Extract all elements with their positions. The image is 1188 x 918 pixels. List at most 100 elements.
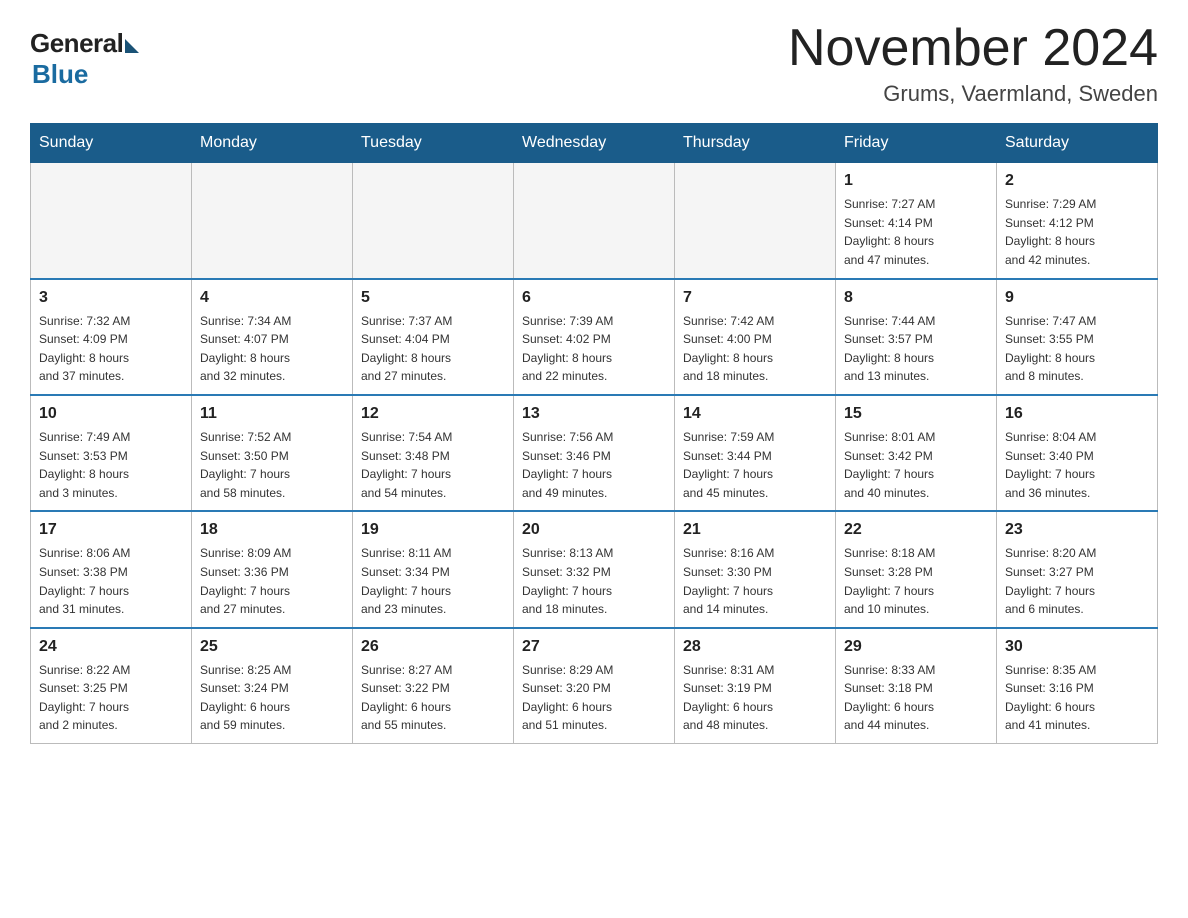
calendar-week-row: 24Sunrise: 8:22 AM Sunset: 3:25 PM Dayli…: [31, 628, 1158, 744]
calendar-cell: 19Sunrise: 8:11 AM Sunset: 3:34 PM Dayli…: [353, 511, 514, 627]
calendar-cell: 26Sunrise: 8:27 AM Sunset: 3:22 PM Dayli…: [353, 628, 514, 744]
day-info: Sunrise: 7:29 AM Sunset: 4:12 PM Dayligh…: [1005, 195, 1149, 269]
day-number: 5: [361, 286, 505, 310]
day-info: Sunrise: 8:29 AM Sunset: 3:20 PM Dayligh…: [522, 661, 666, 735]
calendar-cell: 14Sunrise: 7:59 AM Sunset: 3:44 PM Dayli…: [675, 395, 836, 511]
logo-general-text: General: [30, 28, 123, 59]
page-header: General Blue November 2024 Grums, Vaerml…: [30, 20, 1158, 107]
location-subtitle: Grums, Vaermland, Sweden: [788, 81, 1158, 107]
calendar-cell: 16Sunrise: 8:04 AM Sunset: 3:40 PM Dayli…: [997, 395, 1158, 511]
calendar-cell: 28Sunrise: 8:31 AM Sunset: 3:19 PM Dayli…: [675, 628, 836, 744]
weekday-header-saturday: Saturday: [997, 124, 1158, 163]
day-info: Sunrise: 8:11 AM Sunset: 3:34 PM Dayligh…: [361, 544, 505, 618]
weekday-header-tuesday: Tuesday: [353, 124, 514, 163]
calendar-cell: [514, 163, 675, 279]
day-info: Sunrise: 8:04 AM Sunset: 3:40 PM Dayligh…: [1005, 428, 1149, 502]
calendar-cell: 17Sunrise: 8:06 AM Sunset: 3:38 PM Dayli…: [31, 511, 192, 627]
day-info: Sunrise: 7:56 AM Sunset: 3:46 PM Dayligh…: [522, 428, 666, 502]
day-number: 24: [39, 635, 183, 659]
weekday-header-friday: Friday: [836, 124, 997, 163]
weekday-header-thursday: Thursday: [675, 124, 836, 163]
calendar-cell: [192, 163, 353, 279]
day-info: Sunrise: 8:27 AM Sunset: 3:22 PM Dayligh…: [361, 661, 505, 735]
calendar-cell: 1Sunrise: 7:27 AM Sunset: 4:14 PM Daylig…: [836, 163, 997, 279]
calendar-cell: 20Sunrise: 8:13 AM Sunset: 3:32 PM Dayli…: [514, 511, 675, 627]
calendar-cell: 9Sunrise: 7:47 AM Sunset: 3:55 PM Daylig…: [997, 279, 1158, 395]
calendar-cell: [353, 163, 514, 279]
day-info: Sunrise: 8:09 AM Sunset: 3:36 PM Dayligh…: [200, 544, 344, 618]
calendar-cell: 21Sunrise: 8:16 AM Sunset: 3:30 PM Dayli…: [675, 511, 836, 627]
day-number: 7: [683, 286, 827, 310]
day-number: 26: [361, 635, 505, 659]
day-number: 22: [844, 518, 988, 542]
title-section: November 2024 Grums, Vaermland, Sweden: [788, 20, 1158, 107]
day-number: 23: [1005, 518, 1149, 542]
day-info: Sunrise: 8:06 AM Sunset: 3:38 PM Dayligh…: [39, 544, 183, 618]
day-info: Sunrise: 8:31 AM Sunset: 3:19 PM Dayligh…: [683, 661, 827, 735]
weekday-header-wednesday: Wednesday: [514, 124, 675, 163]
calendar-cell: 25Sunrise: 8:25 AM Sunset: 3:24 PM Dayli…: [192, 628, 353, 744]
day-info: Sunrise: 7:42 AM Sunset: 4:00 PM Dayligh…: [683, 312, 827, 386]
day-info: Sunrise: 7:52 AM Sunset: 3:50 PM Dayligh…: [200, 428, 344, 502]
calendar-cell: 30Sunrise: 8:35 AM Sunset: 3:16 PM Dayli…: [997, 628, 1158, 744]
day-info: Sunrise: 7:34 AM Sunset: 4:07 PM Dayligh…: [200, 312, 344, 386]
logo: General Blue: [30, 20, 139, 90]
day-info: Sunrise: 8:20 AM Sunset: 3:27 PM Dayligh…: [1005, 544, 1149, 618]
day-number: 12: [361, 402, 505, 426]
weekday-header-monday: Monday: [192, 124, 353, 163]
day-info: Sunrise: 7:47 AM Sunset: 3:55 PM Dayligh…: [1005, 312, 1149, 386]
calendar-header-row: SundayMondayTuesdayWednesdayThursdayFrid…: [31, 124, 1158, 163]
day-number: 11: [200, 402, 344, 426]
day-number: 15: [844, 402, 988, 426]
day-info: Sunrise: 7:59 AM Sunset: 3:44 PM Dayligh…: [683, 428, 827, 502]
calendar-cell: 6Sunrise: 7:39 AM Sunset: 4:02 PM Daylig…: [514, 279, 675, 395]
calendar-cell: 29Sunrise: 8:33 AM Sunset: 3:18 PM Dayli…: [836, 628, 997, 744]
logo-triangle-icon: [125, 39, 139, 53]
day-number: 25: [200, 635, 344, 659]
calendar-week-row: 17Sunrise: 8:06 AM Sunset: 3:38 PM Dayli…: [31, 511, 1158, 627]
day-number: 29: [844, 635, 988, 659]
day-number: 16: [1005, 402, 1149, 426]
calendar-cell: 7Sunrise: 7:42 AM Sunset: 4:00 PM Daylig…: [675, 279, 836, 395]
day-info: Sunrise: 7:27 AM Sunset: 4:14 PM Dayligh…: [844, 195, 988, 269]
calendar-cell: [31, 163, 192, 279]
day-number: 28: [683, 635, 827, 659]
day-info: Sunrise: 7:49 AM Sunset: 3:53 PM Dayligh…: [39, 428, 183, 502]
calendar-week-row: 3Sunrise: 7:32 AM Sunset: 4:09 PM Daylig…: [31, 279, 1158, 395]
calendar-cell: 2Sunrise: 7:29 AM Sunset: 4:12 PM Daylig…: [997, 163, 1158, 279]
day-number: 13: [522, 402, 666, 426]
day-info: Sunrise: 8:25 AM Sunset: 3:24 PM Dayligh…: [200, 661, 344, 735]
calendar-cell: 11Sunrise: 7:52 AM Sunset: 3:50 PM Dayli…: [192, 395, 353, 511]
calendar-cell: 18Sunrise: 8:09 AM Sunset: 3:36 PM Dayli…: [192, 511, 353, 627]
month-title: November 2024: [788, 20, 1158, 77]
calendar-cell: 3Sunrise: 7:32 AM Sunset: 4:09 PM Daylig…: [31, 279, 192, 395]
day-info: Sunrise: 8:18 AM Sunset: 3:28 PM Dayligh…: [844, 544, 988, 618]
day-number: 17: [39, 518, 183, 542]
day-number: 27: [522, 635, 666, 659]
day-info: Sunrise: 7:54 AM Sunset: 3:48 PM Dayligh…: [361, 428, 505, 502]
weekday-header-sunday: Sunday: [31, 124, 192, 163]
calendar-cell: 23Sunrise: 8:20 AM Sunset: 3:27 PM Dayli…: [997, 511, 1158, 627]
day-number: 4: [200, 286, 344, 310]
day-info: Sunrise: 7:32 AM Sunset: 4:09 PM Dayligh…: [39, 312, 183, 386]
day-number: 2: [1005, 169, 1149, 193]
day-number: 3: [39, 286, 183, 310]
day-info: Sunrise: 8:01 AM Sunset: 3:42 PM Dayligh…: [844, 428, 988, 502]
calendar-week-row: 10Sunrise: 7:49 AM Sunset: 3:53 PM Dayli…: [31, 395, 1158, 511]
calendar-cell: 13Sunrise: 7:56 AM Sunset: 3:46 PM Dayli…: [514, 395, 675, 511]
day-number: 8: [844, 286, 988, 310]
calendar-cell: 4Sunrise: 7:34 AM Sunset: 4:07 PM Daylig…: [192, 279, 353, 395]
calendar-cell: 10Sunrise: 7:49 AM Sunset: 3:53 PM Dayli…: [31, 395, 192, 511]
day-info: Sunrise: 7:44 AM Sunset: 3:57 PM Dayligh…: [844, 312, 988, 386]
logo-blue-text: Blue: [32, 59, 88, 90]
day-info: Sunrise: 8:13 AM Sunset: 3:32 PM Dayligh…: [522, 544, 666, 618]
calendar-cell: 15Sunrise: 8:01 AM Sunset: 3:42 PM Dayli…: [836, 395, 997, 511]
day-info: Sunrise: 8:22 AM Sunset: 3:25 PM Dayligh…: [39, 661, 183, 735]
calendar-cell: 22Sunrise: 8:18 AM Sunset: 3:28 PM Dayli…: [836, 511, 997, 627]
day-number: 9: [1005, 286, 1149, 310]
calendar-week-row: 1Sunrise: 7:27 AM Sunset: 4:14 PM Daylig…: [31, 163, 1158, 279]
calendar-cell: 8Sunrise: 7:44 AM Sunset: 3:57 PM Daylig…: [836, 279, 997, 395]
day-info: Sunrise: 8:33 AM Sunset: 3:18 PM Dayligh…: [844, 661, 988, 735]
calendar-cell: 27Sunrise: 8:29 AM Sunset: 3:20 PM Dayli…: [514, 628, 675, 744]
day-number: 6: [522, 286, 666, 310]
